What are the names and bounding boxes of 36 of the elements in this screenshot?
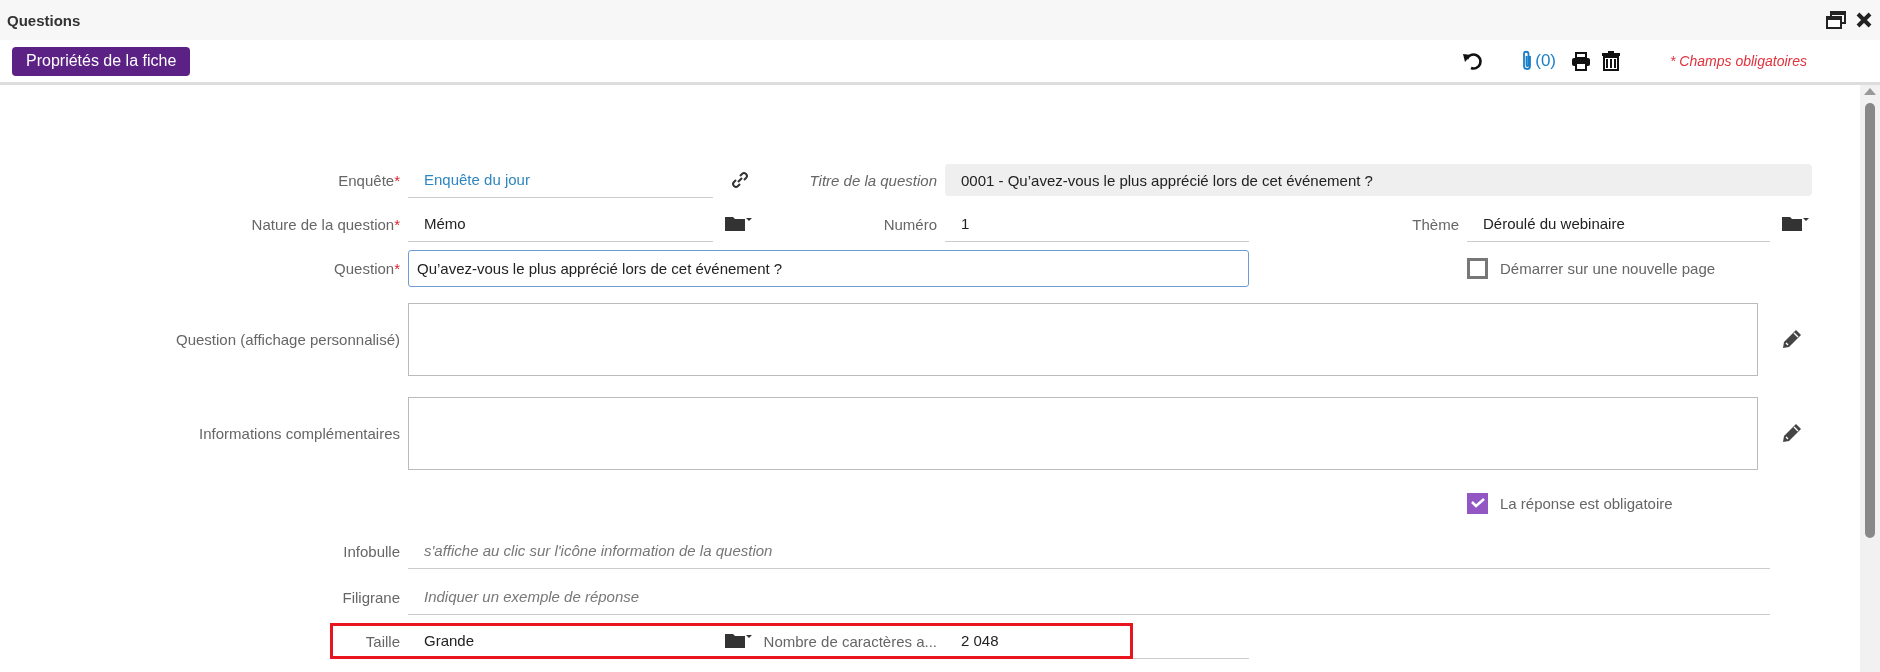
field-label: Enquête* [338, 171, 401, 189]
folder-dropdown-icon[interactable] [1782, 216, 1809, 232]
undo-icon[interactable] [1462, 51, 1485, 71]
print-icon[interactable] [1571, 51, 1592, 71]
field-label: Filigrane [342, 588, 401, 606]
attachments-count[interactable]: (0) [1535, 51, 1557, 71]
window-title: Questions [7, 11, 82, 29]
field-label: Question* [334, 259, 401, 277]
pencil-icon[interactable] [1782, 329, 1802, 349]
pencil-icon[interactable] [1782, 423, 1802, 443]
folder-dropdown-icon[interactable] [725, 216, 752, 232]
checkbox[interactable] [1467, 492, 1488, 514]
checkbox-label: Démarrer sur une nouvelle page [1500, 259, 1716, 277]
field-label: Taille [365, 632, 401, 650]
field-label: Nombre de caractères a... [763, 632, 938, 650]
checkbox-label: La réponse est obligatoire [1500, 494, 1673, 512]
folder-dropdown-icon[interactable] [725, 633, 752, 649]
input-field[interactable]: 0001 - Qu’avez-vous le plus apprécié lors de cet événement ? [945, 164, 1812, 196]
field-label: Numéro [883, 215, 938, 233]
field-label: Titre de la question [809, 171, 938, 189]
field-label: Thème [1412, 215, 1460, 233]
field-label: Informations complémentaires [199, 424, 401, 442]
field-label: Question (affichage personnalisé) [175, 330, 401, 348]
field-label: Infobulle [343, 542, 401, 560]
trash-icon[interactable] [1601, 51, 1622, 71]
restore-icon[interactable] [1826, 11, 1846, 29]
properties-button[interactable]: Propriétés de la fiche [12, 46, 191, 76]
close-icon[interactable] [1856, 12, 1872, 28]
paperclip-icon[interactable] [1521, 50, 1534, 72]
checkmark-icon [1470, 498, 1485, 508]
input-field[interactable]: Qu’avez-vous le plus apprécié lors de cet événement ? [408, 249, 1249, 287]
scrollbar[interactable] [1860, 85, 1880, 672]
field-label: Nature de la question* [251, 215, 401, 233]
required-fields-note: * Champs obligatoires [1670, 53, 1807, 69]
checkbox[interactable] [1467, 257, 1488, 279]
link-icon[interactable] [732, 172, 748, 188]
